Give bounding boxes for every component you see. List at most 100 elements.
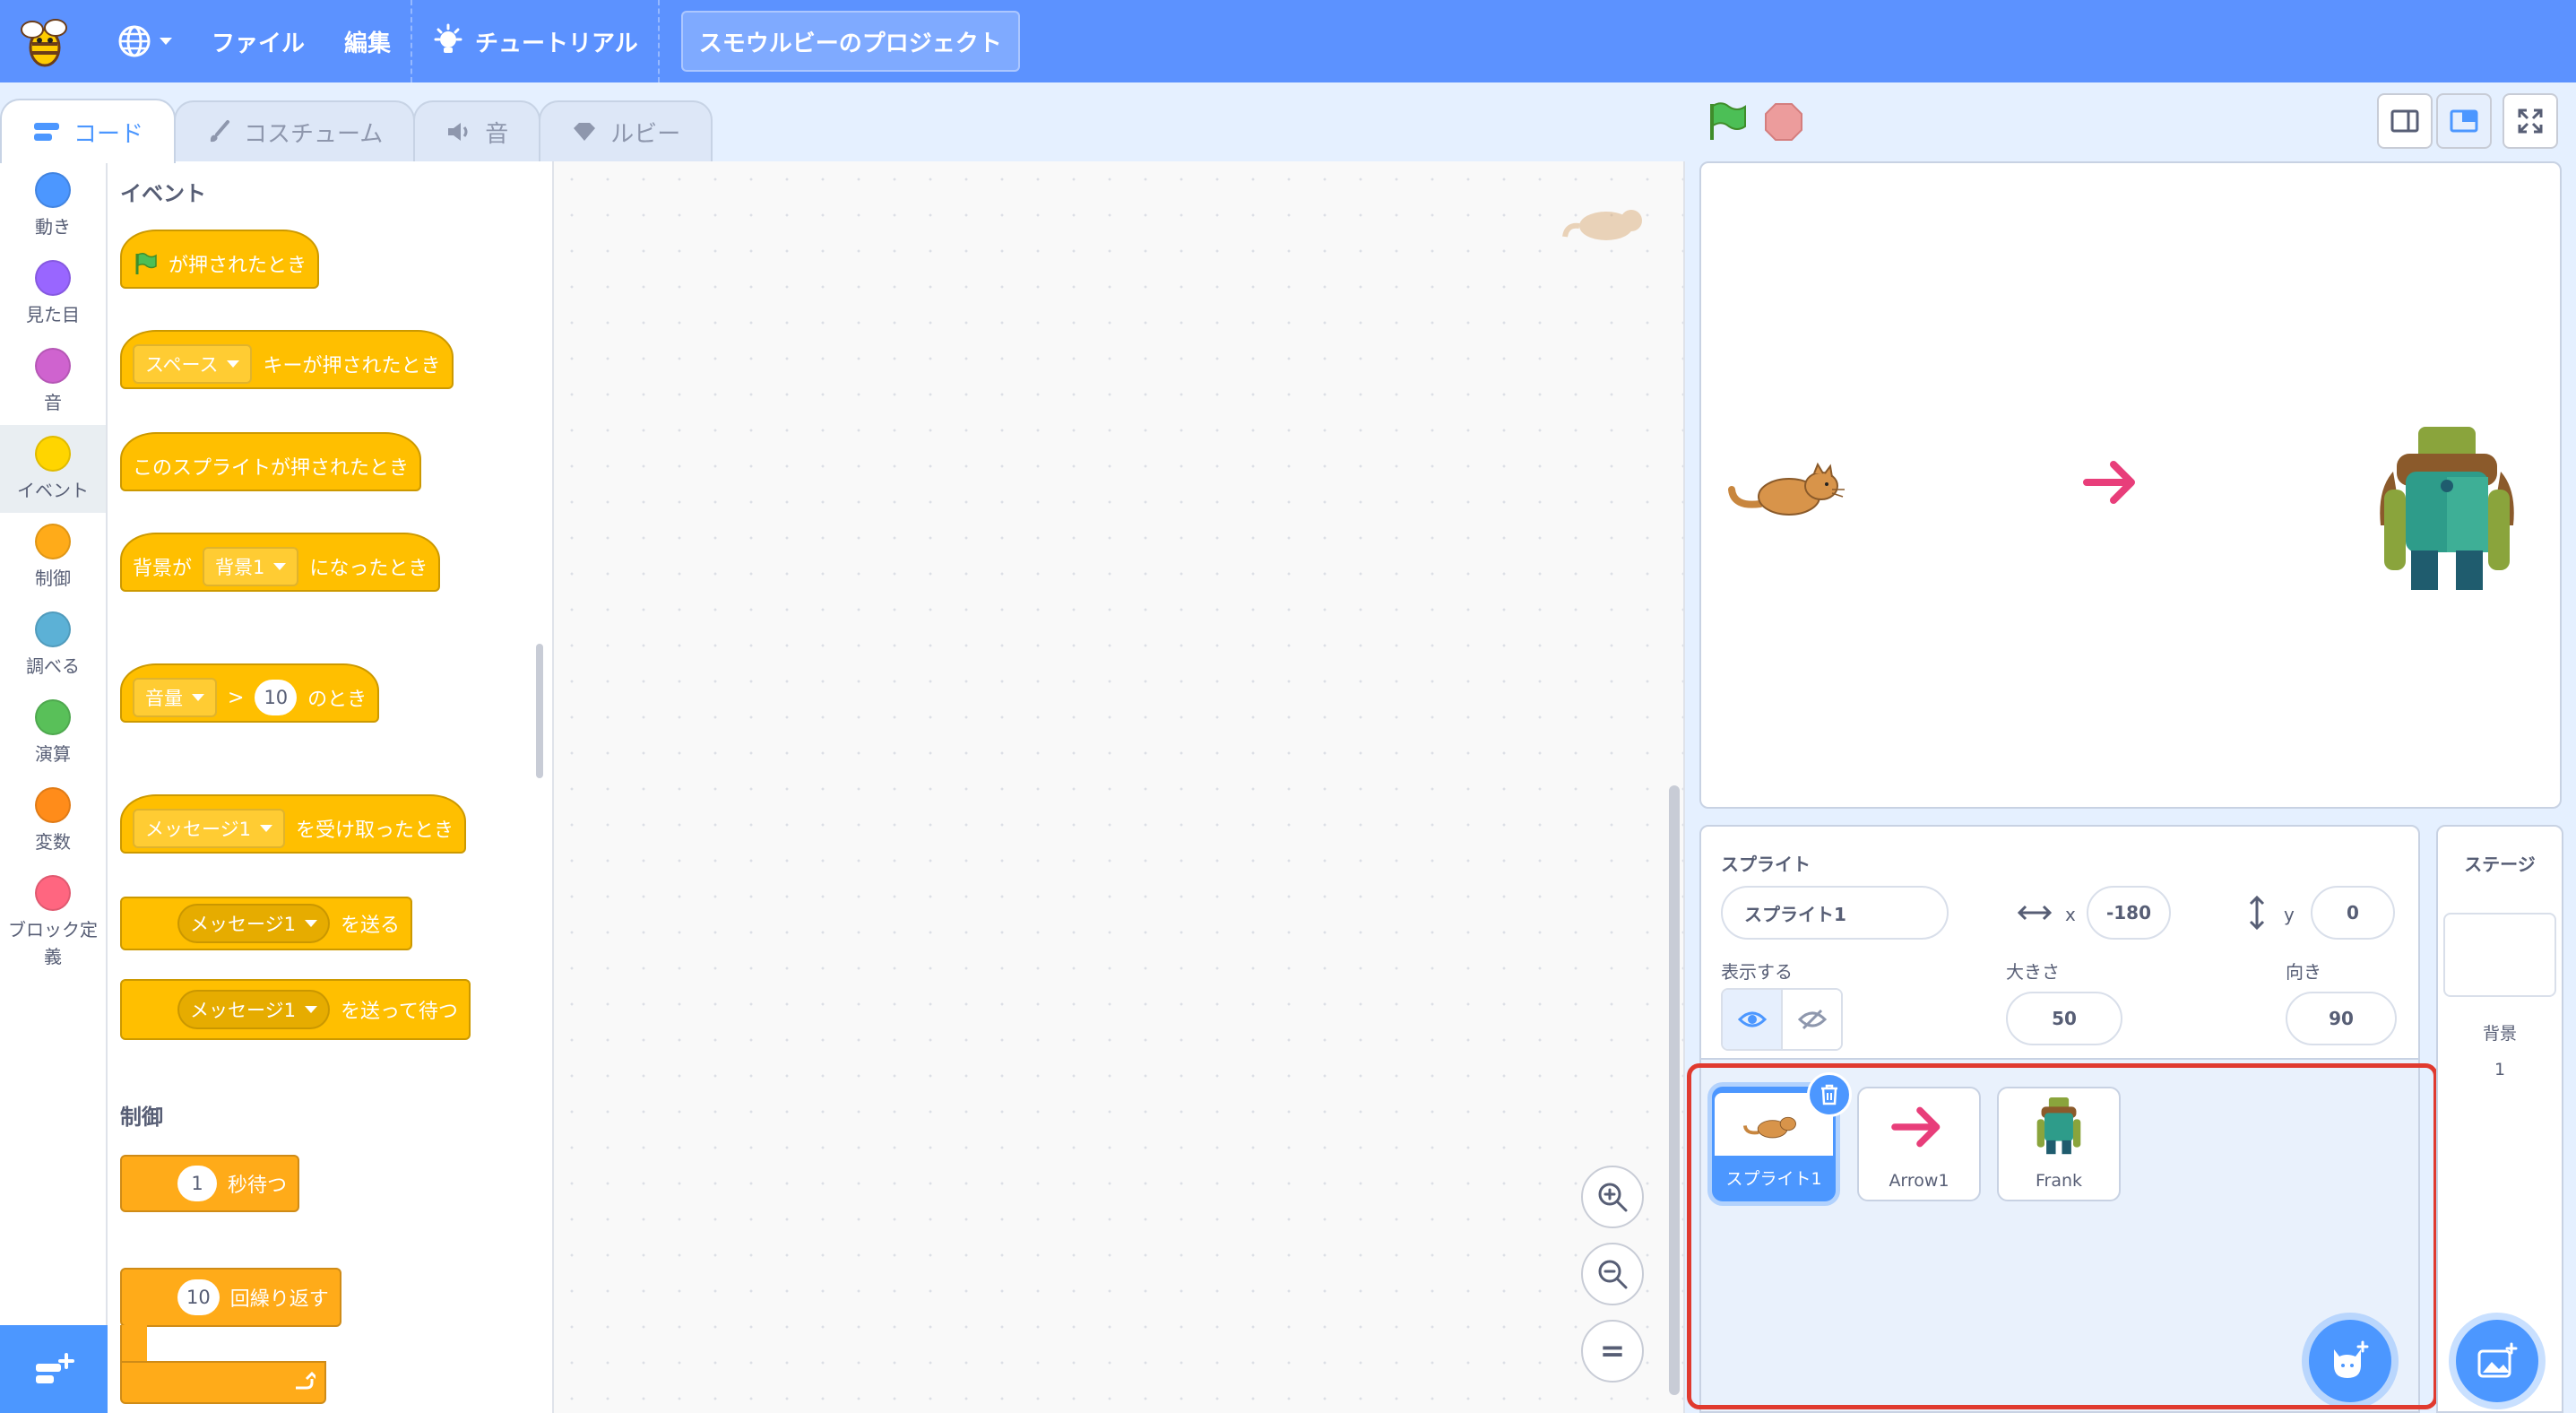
zoom-reset-button[interactable]: = — [1581, 1320, 1644, 1383]
add-sprite-button[interactable] — [2309, 1320, 2391, 1402]
tutorial-menu[interactable]: チュートリアル — [412, 0, 658, 82]
dropdown-caret-icon — [304, 920, 317, 927]
backdrop-dropdown[interactable]: 背景1 — [203, 547, 299, 586]
fullscreen-button[interactable] — [2503, 93, 2558, 149]
tab-sounds[interactable]: 音 — [413, 100, 541, 161]
workspace-scrollbar[interactable] — [1669, 785, 1680, 1395]
block-when-sprite-clicked[interactable]: このスプライトが押されたとき — [120, 432, 422, 491]
project-title-field[interactable]: スモウルビーのプロジェクト — [680, 11, 1020, 72]
category-control[interactable]: 制御 — [0, 513, 106, 601]
category-motion[interactable]: 動き — [0, 161, 106, 249]
edit-menu[interactable]: 編集 — [324, 0, 411, 82]
chevron-down-icon — [160, 38, 172, 45]
size-input[interactable]: 50 — [2006, 992, 2122, 1045]
sprite-thumbnail-frank[interactable]: Frank — [1997, 1087, 2121, 1201]
sprite-thumbnail-arrow1[interactable]: Arrow1 — [1857, 1087, 1981, 1201]
show-toggle — [1721, 988, 1843, 1051]
category-label: 調べる — [26, 655, 80, 677]
block-when-message-received[interactable]: メッセージ1 を受け取ったとき — [120, 794, 466, 854]
large-stage-button[interactable] — [2436, 93, 2492, 149]
x-position-input[interactable]: -180 — [2087, 886, 2171, 940]
block-when-key-pressed[interactable]: スペース キーが押されたとき — [120, 330, 454, 389]
category-dot — [35, 787, 71, 823]
language-menu[interactable] — [97, 0, 192, 82]
dropdown-value: メッセージ1 — [145, 819, 251, 840]
block-when-loudness-greater[interactable]: 音量 > 10 のとき — [120, 663, 380, 723]
loudness-value-input[interactable]: 10 — [255, 680, 298, 715]
sprite-name-input[interactable]: スプライト1 — [1721, 886, 1949, 940]
key-dropdown[interactable]: スペース — [133, 344, 253, 384]
add-backdrop-icon — [2477, 1342, 2518, 1378]
message-dropdown[interactable]: メッセージ1 — [133, 809, 285, 848]
loop-arrow-icon — [296, 1372, 316, 1390]
broadcast-wait-dropdown[interactable]: メッセージ1 — [177, 990, 330, 1029]
frank-sprite-icon — [2036, 1097, 2081, 1155]
script-workspace[interactable] — [554, 161, 1685, 1413]
zoom-out-button[interactable] — [1581, 1243, 1644, 1305]
stage-canvas[interactable] — [1699, 161, 2562, 809]
category-operators[interactable]: 演算 — [0, 689, 106, 776]
block-when-flag-clicked[interactable]: が押されたとき — [120, 230, 320, 289]
show-hidden-button[interactable] — [1783, 990, 1841, 1049]
show-visible-button[interactable] — [1723, 990, 1783, 1049]
category-my-blocks[interactable]: ブロック定義 — [0, 864, 106, 972]
bee-logo-icon[interactable] — [13, 10, 75, 73]
small-stage-button[interactable] — [2377, 93, 2433, 149]
add-extension-button[interactable] — [0, 1325, 108, 1413]
x-label: x — [2065, 904, 2076, 925]
tab-ruby[interactable]: ルビー — [539, 100, 713, 161]
block-text: 回繰り返す — [229, 1288, 329, 1311]
tab-label: ルビー — [610, 120, 681, 148]
block-text: 背景が — [133, 558, 193, 580]
add-backdrop-button[interactable] — [2456, 1320, 2538, 1402]
horizontal-arrows-icon — [2017, 905, 2053, 921]
eye-icon — [1737, 1011, 1767, 1027]
direction-label: 向き — [2286, 961, 2321, 983]
block-broadcast-and-wait[interactable]: メッセージ1 を送って待つ — [120, 979, 471, 1040]
repeat-block-foot — [120, 1361, 326, 1404]
sprite-watermark-icon — [1562, 210, 1642, 240]
dropdown-value: メッセージ1 — [190, 1000, 296, 1021]
category-label: イベント — [17, 480, 89, 501]
block-wait-seconds[interactable]: 1 秒待つ — [120, 1155, 300, 1212]
menu-divider — [657, 0, 660, 82]
block-text: のとき — [307, 689, 367, 711]
editor-tabs: コード コスチューム 音 ルビー — [0, 99, 713, 163]
wait-seconds-input[interactable]: 1 — [177, 1166, 217, 1201]
loudness-dropdown[interactable]: 音量 — [133, 678, 217, 717]
file-menu[interactable]: ファイル — [192, 0, 324, 82]
block-when-backdrop-switches[interactable]: 背景が 背景1 になったとき — [120, 533, 441, 592]
stop-button[interactable] — [1764, 102, 1803, 142]
stop-icon — [1765, 103, 1802, 141]
zoom-in-button[interactable] — [1581, 1166, 1644, 1228]
y-position-input[interactable]: 0 — [2311, 886, 2395, 940]
green-flag-button[interactable] — [1703, 99, 1748, 143]
sprite-thumbnail-name: Arrow1 — [1889, 1171, 1949, 1191]
sprite-thumbnail-name: Frank — [2035, 1171, 2083, 1191]
arrow-sprite-icon[interactable] — [2081, 455, 2144, 509]
block-repeat[interactable]: 10 回繰り返す — [120, 1268, 341, 1327]
category-variables[interactable]: 変数 — [0, 776, 106, 864]
category-sound[interactable]: 音 — [0, 337, 106, 425]
tab-costumes[interactable]: コスチューム — [174, 100, 416, 161]
direction-input[interactable]: 90 — [2286, 992, 2397, 1045]
backdrop-thumbnail[interactable] — [2443, 913, 2556, 997]
category-label: 制御 — [35, 568, 71, 589]
category-sensing[interactable]: 調べる — [0, 601, 106, 689]
block-text: になったとき — [309, 558, 428, 580]
dropdown-value: 背景1 — [215, 557, 265, 578]
block-broadcast[interactable]: メッセージ1 を送る — [120, 897, 412, 950]
category-dot — [35, 260, 71, 296]
delete-sprite-button[interactable] — [1807, 1072, 1852, 1117]
tab-code[interactable]: コード — [0, 99, 177, 163]
palette-scrollbar[interactable] — [536, 644, 543, 778]
category-looks[interactable]: 見た目 — [0, 249, 106, 337]
cat-sprite-icon[interactable] — [1725, 446, 1859, 527]
frank-sprite-icon[interactable] — [2366, 427, 2528, 597]
broadcast-dropdown[interactable]: メッセージ1 — [177, 904, 330, 943]
category-events[interactable]: イベント — [0, 425, 106, 513]
block-text: を送る — [340, 915, 400, 937]
repeat-count-input[interactable]: 10 — [177, 1279, 220, 1315]
ruby-icon — [574, 123, 596, 141]
sprite-info-panel: スプライト スプライト1 x -180 y 0 表示する 大きさ 50 向き 9… — [1699, 825, 2420, 1060]
